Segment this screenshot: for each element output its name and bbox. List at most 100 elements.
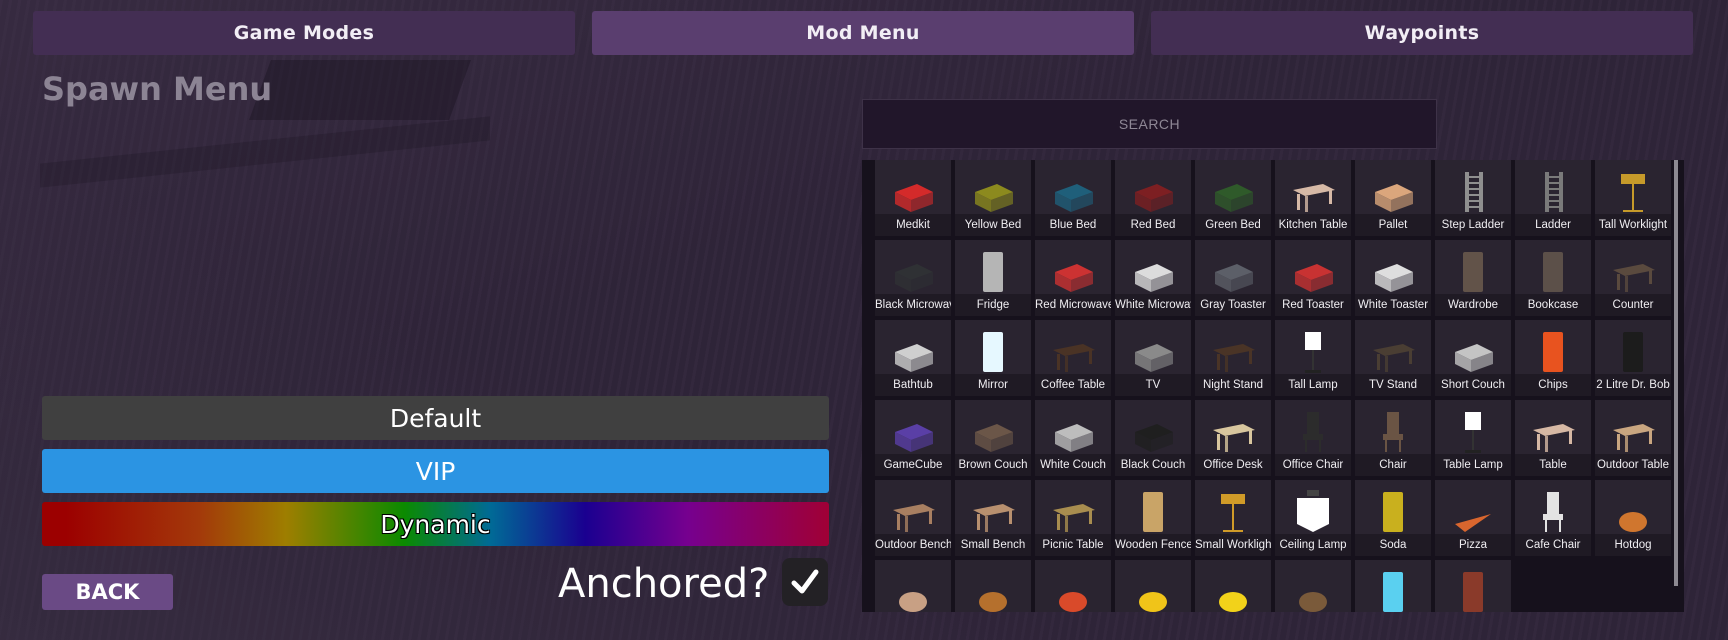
tv-icon	[1115, 324, 1191, 374]
bed-icon	[1035, 164, 1111, 214]
spawn-item-tile[interactable]: Short Couch	[1435, 320, 1511, 396]
spawn-item-tile[interactable]: TV	[1115, 320, 1191, 396]
spawn-item-tile[interactable]	[1435, 560, 1511, 612]
spawn-item-label: TV Stand	[1355, 374, 1431, 396]
mode-dynamic-button[interactable]: Dynamic	[42, 502, 829, 546]
spawn-item-tile[interactable]	[1115, 560, 1191, 612]
spawn-item-tile[interactable]: White Microwave	[1115, 240, 1191, 316]
spawn-item-tile[interactable]: Night Stand	[1195, 320, 1271, 396]
bathtub-icon	[875, 324, 951, 374]
spawn-item-tile[interactable]: Bathtub	[875, 320, 951, 396]
mode-default-button[interactable]: Default	[42, 396, 829, 440]
spawn-item-tile[interactable]: Outdoor Bench	[875, 480, 951, 556]
spawn-item-tile[interactable]: Office Chair	[1275, 400, 1351, 476]
spawn-item-label: Ceiling Lamp	[1275, 534, 1351, 556]
anchored-checkbox[interactable]	[782, 558, 828, 606]
spawn-item-tile[interactable]: Small Worklight	[1195, 480, 1271, 556]
spawn-item-tile[interactable]: Red Bed	[1115, 160, 1191, 236]
page-title: Spawn Menu	[42, 70, 273, 108]
table-icon	[1275, 164, 1351, 214]
spawn-item-tile[interactable]: Fridge	[955, 240, 1031, 316]
spawn-item-tile[interactable]	[1195, 560, 1271, 612]
spawn-item-tile[interactable]: Medkit	[875, 160, 951, 236]
spawn-item-tile[interactable]: Wardrobe	[1435, 240, 1511, 316]
spawn-item-tile[interactable]: Green Bed	[1195, 160, 1271, 236]
spawn-item-tile[interactable]: Kitchen Table	[1275, 160, 1351, 236]
chair-icon	[1355, 404, 1431, 454]
toaster-icon	[1355, 244, 1431, 294]
spawn-item-tile[interactable]	[1355, 560, 1431, 612]
couch-icon	[955, 404, 1031, 454]
spawn-item-label: Table Lamp	[1435, 454, 1511, 476]
back-button[interactable]: BACK	[42, 574, 173, 610]
spawn-item-tile[interactable]: Picnic Table	[1035, 480, 1111, 556]
spawn-item-tile[interactable]: Ceiling Lamp	[1275, 480, 1351, 556]
hotdog-icon	[1595, 484, 1671, 534]
spawn-item-tile[interactable]: Hotdog	[1595, 480, 1671, 556]
spawn-item-tile[interactable]: Black Couch	[1115, 400, 1191, 476]
spawn-item-tile[interactable]: Black Microwave	[875, 240, 951, 316]
scrollbar-thumb[interactable]	[1674, 160, 1678, 586]
counter-icon	[1595, 244, 1671, 294]
spawn-item-label: Red Microwave	[1035, 294, 1111, 316]
spawn-item-tile[interactable]: Chips	[1515, 320, 1591, 396]
spawn-item-tile[interactable]: Table	[1515, 400, 1591, 476]
spawn-item-tile[interactable]: 2 Litre Dr. Bob	[1595, 320, 1671, 396]
spawn-item-label: Outdoor Bench	[875, 534, 951, 556]
spawn-item-tile[interactable]: Office Desk	[1195, 400, 1271, 476]
search-input[interactable]: SEARCH	[862, 99, 1437, 149]
tab-game-modes[interactable]: Game Modes	[33, 11, 575, 55]
table-icon	[1035, 324, 1111, 374]
spawn-item-tile[interactable]: White Toaster	[1355, 240, 1431, 316]
lamp-icon	[1435, 404, 1511, 454]
spawn-item-tile[interactable]: Cafe Chair	[1515, 480, 1591, 556]
spawn-item-tile[interactable]: Small Bench	[955, 480, 1031, 556]
spawn-item-tile[interactable]: Bookcase	[1515, 240, 1591, 316]
spawn-item-label: Counter	[1595, 294, 1671, 316]
chair-icon	[1515, 484, 1591, 534]
spawn-item-label: Night Stand	[1195, 374, 1271, 396]
spawn-item-tile[interactable]: Wooden Fence	[1115, 480, 1191, 556]
apple-icon	[1035, 564, 1111, 612]
spawn-item-tile[interactable]: Gray Toaster	[1195, 240, 1271, 316]
tab-waypoints[interactable]: Waypoints	[1151, 11, 1693, 55]
spawn-item-label: Yellow Bed	[955, 214, 1031, 236]
spawn-item-tile[interactable]	[1275, 560, 1351, 612]
spawn-item-tile[interactable]: Blue Bed	[1035, 160, 1111, 236]
spawn-item-tile[interactable]	[875, 560, 951, 612]
spawn-item-tile[interactable]: Tall Lamp	[1275, 320, 1351, 396]
spawn-item-tile[interactable]: Table Lamp	[1435, 400, 1511, 476]
spawn-item-label: Kitchen Table	[1275, 214, 1351, 236]
spawn-item-tile[interactable]: Pallet	[1355, 160, 1431, 236]
chair-icon	[1275, 404, 1351, 454]
checkmark-icon	[791, 569, 819, 594]
spawn-item-tile[interactable]: Step Ladder	[1435, 160, 1511, 236]
mode-vip-button[interactable]: VIP	[42, 449, 829, 493]
spawn-item-tile[interactable]: Tall Worklight	[1595, 160, 1671, 236]
spawn-item-tile[interactable]: Pizza	[1435, 480, 1511, 556]
spawn-item-label: Green Bed	[1195, 214, 1271, 236]
spawn-item-tile[interactable]: Red Toaster	[1275, 240, 1351, 316]
medkit-icon	[875, 164, 951, 214]
spawn-item-label: GameCube	[875, 454, 951, 476]
spawn-item-tile[interactable]: Red Microwave	[1035, 240, 1111, 316]
spawn-item-label: Chips	[1515, 374, 1591, 396]
spawn-item-tile[interactable]: Outdoor Table	[1595, 400, 1671, 476]
tab-mod-menu[interactable]: Mod Menu	[592, 11, 1134, 55]
spawn-item-tile[interactable]: Yellow Bed	[955, 160, 1031, 236]
spawn-item-tile[interactable]: Chair	[1355, 400, 1431, 476]
spawn-item-tile[interactable]: GameCube	[875, 400, 951, 476]
spawn-item-tile[interactable]: White Couch	[1035, 400, 1111, 476]
scrollbar-track[interactable]	[1672, 160, 1684, 612]
spawn-item-tile[interactable]: Mirror	[955, 320, 1031, 396]
spawn-item-tile[interactable]: Brown Couch	[955, 400, 1031, 476]
fence-icon	[1115, 484, 1191, 534]
spawn-item-tile[interactable]	[1035, 560, 1111, 612]
spawn-item-tile[interactable]: Coffee Table	[1035, 320, 1111, 396]
nightstand-icon	[1195, 324, 1271, 374]
spawn-item-tile[interactable]: TV Stand	[1355, 320, 1431, 396]
spawn-item-tile[interactable]: Counter	[1595, 240, 1671, 316]
spawn-item-tile[interactable]: Ladder	[1515, 160, 1591, 236]
spawn-item-tile[interactable]	[955, 560, 1031, 612]
spawn-item-tile[interactable]: Soda	[1355, 480, 1431, 556]
